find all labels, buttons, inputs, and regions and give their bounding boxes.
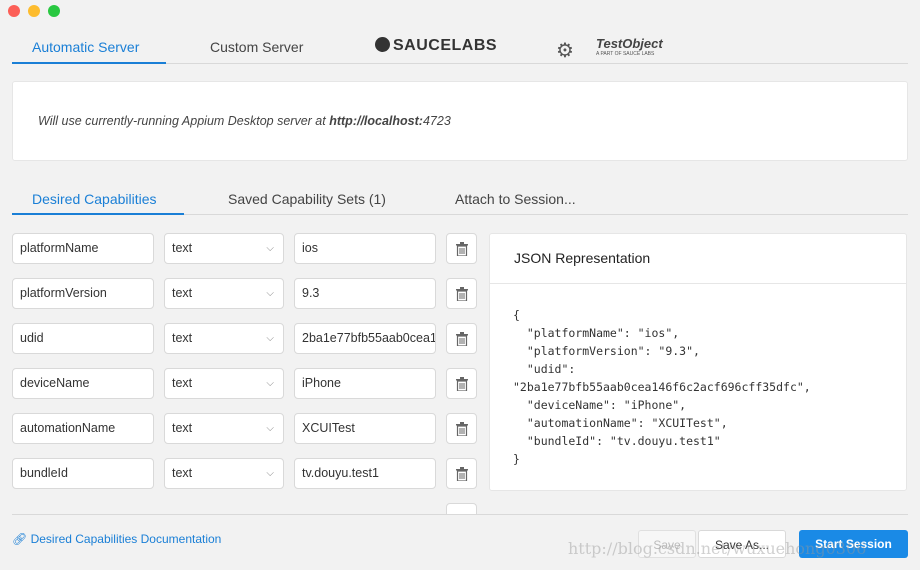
- active-tab-indicator: [12, 213, 184, 215]
- capability-type-select[interactable]: text ⌵: [164, 413, 284, 444]
- chevron-down-icon: ⌵: [266, 423, 274, 434]
- trash-icon: [456, 467, 468, 481]
- capability-name-input[interactable]: automationName: [12, 413, 154, 444]
- server-info-text: Will use currently-running Appium Deskto…: [38, 114, 451, 128]
- type-value: text: [172, 376, 193, 390]
- chevron-down-icon: ⌵: [266, 378, 274, 389]
- capability-name-input[interactable]: bundleId: [12, 458, 154, 489]
- capability-name-input[interactable]: platformVersion: [12, 278, 154, 309]
- type-value: text: [172, 331, 193, 345]
- trash-icon: [456, 332, 468, 346]
- link-icon: 🔗︎: [12, 532, 28, 546]
- capability-value-input[interactable]: 9.3: [294, 278, 436, 309]
- capability-type-select[interactable]: text ⌵: [164, 278, 284, 309]
- tab-custom-server[interactable]: Custom Server: [210, 39, 303, 55]
- active-tab-indicator: [12, 62, 166, 64]
- capability-name-input[interactable]: deviceName: [12, 368, 154, 399]
- tab-saved-capability-sets[interactable]: Saved Capability Sets (1): [228, 191, 386, 207]
- delete-capability-button[interactable]: [446, 458, 477, 489]
- tab-automatic-server[interactable]: Automatic Server: [32, 39, 139, 55]
- delete-capability-button[interactable]: [446, 233, 477, 264]
- save-as-button[interactable]: Save As...: [698, 530, 786, 558]
- chevron-down-icon: ⌵: [266, 243, 274, 254]
- delete-capability-button[interactable]: [446, 413, 477, 444]
- type-value: text: [172, 241, 193, 255]
- minimize-window-button[interactable]: [28, 5, 40, 17]
- capability-value-input[interactable]: 2ba1e77bfb55aab0cea146f6c2acf696cff35dfc: [294, 323, 436, 354]
- capability-name-input[interactable]: platformName: [12, 233, 154, 264]
- trash-icon: [456, 287, 468, 301]
- trash-icon: [456, 377, 468, 391]
- capability-type-select[interactable]: text ⌵: [164, 458, 284, 489]
- trash-icon: [456, 422, 468, 436]
- zoom-window-button[interactable]: [48, 5, 60, 17]
- save-button[interactable]: Save: [638, 530, 696, 558]
- saucelabs-logo-icon: [375, 37, 390, 52]
- server-info-box: Will use currently-running Appium Deskto…: [12, 81, 908, 161]
- type-value: text: [172, 466, 193, 480]
- testobject-logo-subtext: A PART OF SAUCE LABS: [596, 51, 655, 57]
- capability-type-select[interactable]: text ⌵: [164, 323, 284, 354]
- doc-link-label: Desired Capabilities Documentation: [30, 532, 222, 546]
- capability-type-select[interactable]: text ⌵: [164, 233, 284, 264]
- tab-desired-capabilities[interactable]: Desired Capabilities: [32, 191, 157, 207]
- testobject-logo-text: TestObject: [596, 36, 663, 51]
- capability-type-select[interactable]: text ⌵: [164, 368, 284, 399]
- delete-capability-button[interactable]: [446, 278, 477, 309]
- desired-capabilities-documentation-link[interactable]: 🔗︎ Desired Capabilities Documentation: [12, 532, 221, 546]
- start-session-button[interactable]: Start Session: [799, 530, 908, 558]
- chevron-down-icon: ⌵: [266, 288, 274, 299]
- gear-logo-icon: ⚙: [556, 40, 574, 62]
- divider: [490, 283, 906, 284]
- json-content: { "platformName": "ios", "platformVersio…: [513, 308, 811, 466]
- chevron-down-icon: ⌵: [266, 333, 274, 344]
- type-value: text: [172, 421, 193, 435]
- saucelabs-logo-text: SAUCELABS: [393, 37, 498, 54]
- delete-capability-button[interactable]: [446, 323, 477, 354]
- capability-value-input[interactable]: ios: [294, 233, 436, 264]
- type-value: text: [172, 286, 193, 300]
- json-panel: JSON Representation { "platformName": "i…: [489, 233, 907, 491]
- footer-divider: [12, 514, 908, 515]
- chevron-down-icon: ⌵: [266, 468, 274, 479]
- capability-name-input[interactable]: udid: [12, 323, 154, 354]
- info-prefix: Will use currently-running Appium Deskto…: [38, 114, 330, 128]
- delete-capability-button[interactable]: [446, 368, 477, 399]
- capability-value-input[interactable]: tv.douyu.test1: [294, 458, 436, 489]
- tab-attach-to-session[interactable]: Attach to Session...: [455, 191, 576, 207]
- capability-value-input[interactable]: iPhone: [294, 368, 436, 399]
- capability-value-input[interactable]: XCUITest: [294, 413, 436, 444]
- trash-icon: [456, 242, 468, 256]
- info-host: http://localhost:: [329, 114, 423, 128]
- close-window-button[interactable]: [8, 5, 20, 17]
- tab-saucelabs[interactable]: SAUCELABS: [375, 37, 497, 55]
- json-panel-title: JSON Representation: [514, 250, 651, 266]
- info-port: 4723: [422, 114, 451, 128]
